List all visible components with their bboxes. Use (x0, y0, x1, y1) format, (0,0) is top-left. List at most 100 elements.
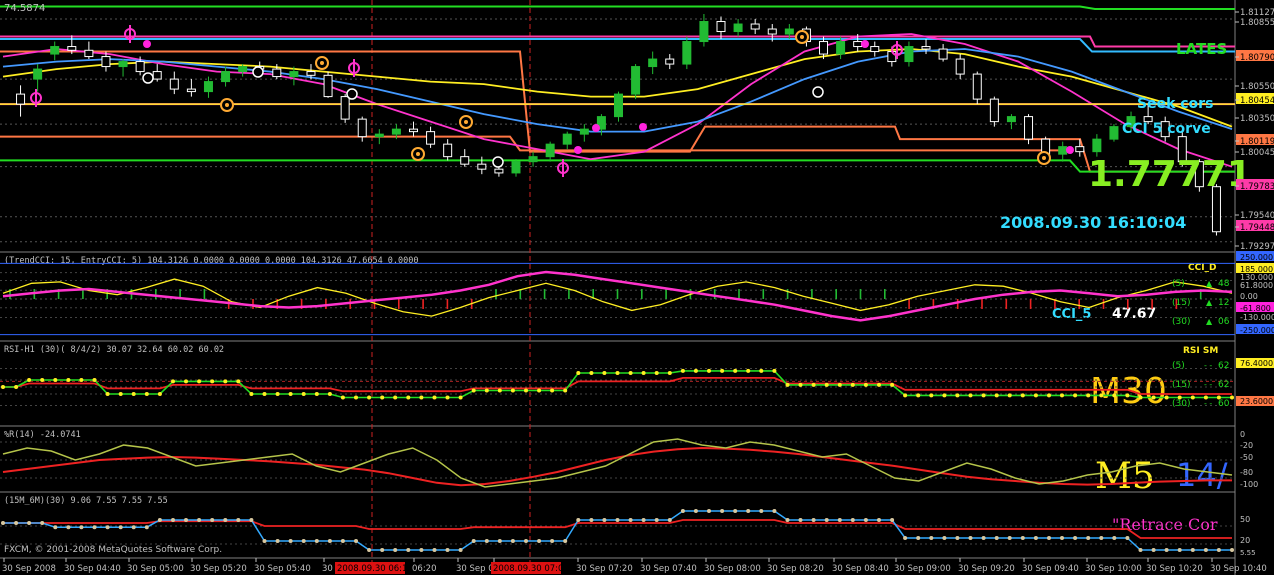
candle-body (374, 133, 384, 138)
candle-body (221, 71, 231, 83)
stoch-line-dot (327, 539, 332, 543)
stoch-line-dot (510, 539, 515, 543)
rsi-line-dot (14, 385, 19, 389)
big-price: 1.77771 (1088, 154, 1252, 195)
rsi-line-dot (1007, 393, 1012, 398)
rsi-line-dot (1033, 393, 1038, 398)
stoch-line-dot (1230, 548, 1234, 552)
cci-row-value: 06 (1218, 317, 1230, 327)
rsi-line-dot (458, 395, 463, 400)
white-circle-marker-icon (346, 88, 358, 100)
rsi-line-dot (53, 378, 58, 382)
rsi-line-dot (1112, 393, 1117, 398)
stoch-line-dot (1060, 536, 1064, 540)
cci-axis-label: -61.800 (1240, 304, 1271, 313)
time-label: 30 Sep 09:00 (894, 564, 951, 574)
m5-label: M5 (1095, 456, 1155, 497)
stoch-line-dot (484, 539, 489, 543)
rsi-line-dot (693, 368, 698, 373)
rsi-row-value: 62 (1218, 361, 1229, 371)
rsi-line-dot (589, 371, 594, 375)
stoch-line-dot (994, 536, 999, 540)
candle-body (443, 143, 453, 158)
star-marker-icon (1042, 156, 1046, 160)
star-marker-icon (800, 35, 804, 39)
rsi-line-dot (1099, 393, 1104, 398)
wpr-title: %R(14) -24.0741 (4, 430, 81, 440)
cci-axis-label: 250.000 (1240, 253, 1273, 262)
rsi-line-dot (837, 382, 842, 387)
magenta-dot-icon (592, 124, 600, 132)
rsi-line-dot (432, 395, 437, 400)
rsi-line-dot (798, 382, 803, 387)
candle-body (562, 133, 572, 145)
stoch-line-dot (916, 536, 921, 540)
stoch-line-dot (877, 518, 881, 522)
star-marker-icon (320, 61, 324, 65)
candle-body (306, 71, 316, 76)
rsi-line-dot (1138, 395, 1143, 400)
candle-body (152, 71, 162, 80)
stoch-line-dot (262, 539, 267, 543)
rsi-row-value: 62 (1218, 380, 1229, 390)
price-tick-label: 1.80855 (1240, 18, 1274, 28)
candle-body (1109, 126, 1119, 140)
rsi-line-dot (942, 393, 947, 398)
candle-body (989, 98, 999, 123)
stoch-line-dot (837, 518, 842, 522)
rsi-line-dot (680, 368, 685, 373)
candle-body (135, 61, 145, 73)
retrace-label: "Retrace Cor (1112, 515, 1218, 534)
time-label: 30 Sep 08:00 (704, 564, 761, 574)
rsi-line-dot (354, 395, 358, 400)
stoch-line-dot (641, 518, 646, 522)
candle-body (357, 118, 367, 138)
stoch-line-dot (602, 518, 607, 522)
cci-row-value: 12 (1218, 298, 1229, 308)
stoch-line-dot (275, 539, 280, 543)
stoch-line-dot (968, 536, 973, 540)
stoch-line-dot (1216, 548, 1221, 552)
price-tick-label: 1.80350 (1240, 114, 1274, 124)
candle-body (819, 41, 829, 55)
rsi-line-dot (524, 388, 528, 393)
rsi-line-dot (40, 378, 45, 382)
cci-row-period: (5) (1172, 279, 1185, 289)
stoch-line-dot (380, 548, 385, 552)
cci-row-period: (30) (1172, 317, 1190, 327)
stoch-line-dot (615, 518, 620, 522)
price-tick-label: 1.79540 (1240, 211, 1274, 221)
cci5-corve-label: CCI 5 corve (1122, 121, 1211, 137)
stoch-line-dot (1125, 536, 1130, 540)
rsi-line-dot (340, 395, 345, 400)
rsi-line-dot (445, 395, 450, 400)
candle-body (631, 66, 641, 95)
stoch-line-dot (563, 539, 568, 543)
stoch-line-dot (772, 509, 777, 513)
stoch-line-dot (863, 518, 868, 522)
time-label: 30 Sep 05:00 (127, 564, 184, 574)
candle-body (323, 74, 333, 98)
wpr-axis-label: -50 (1240, 453, 1253, 462)
rsi-line-dot (968, 393, 973, 398)
rsi-line-dot (628, 371, 633, 375)
candle-body (289, 71, 299, 78)
candle-body (904, 46, 914, 63)
time-label: 06:20 (412, 564, 437, 574)
stoch-line-dot (929, 536, 934, 540)
stoch-line-dot (432, 548, 437, 552)
stoch-line-dot (759, 509, 764, 513)
candle-body (853, 41, 863, 48)
stoch-line-dot (40, 521, 45, 525)
rsi-line-dot (929, 393, 934, 398)
seek-cors-label: Seek cors (1137, 96, 1213, 112)
price-tick-label: 1.81127 (1240, 8, 1274, 18)
stoch-line-dot (340, 539, 345, 543)
candle-body (699, 21, 709, 43)
rsi-line-dot (785, 382, 790, 387)
candle-body (682, 41, 692, 65)
candle-body (426, 131, 436, 145)
rsi-line-dot (1073, 393, 1078, 398)
wpr-axis-label: -80 (1240, 468, 1253, 477)
stoch-line-dot (1177, 548, 1182, 552)
